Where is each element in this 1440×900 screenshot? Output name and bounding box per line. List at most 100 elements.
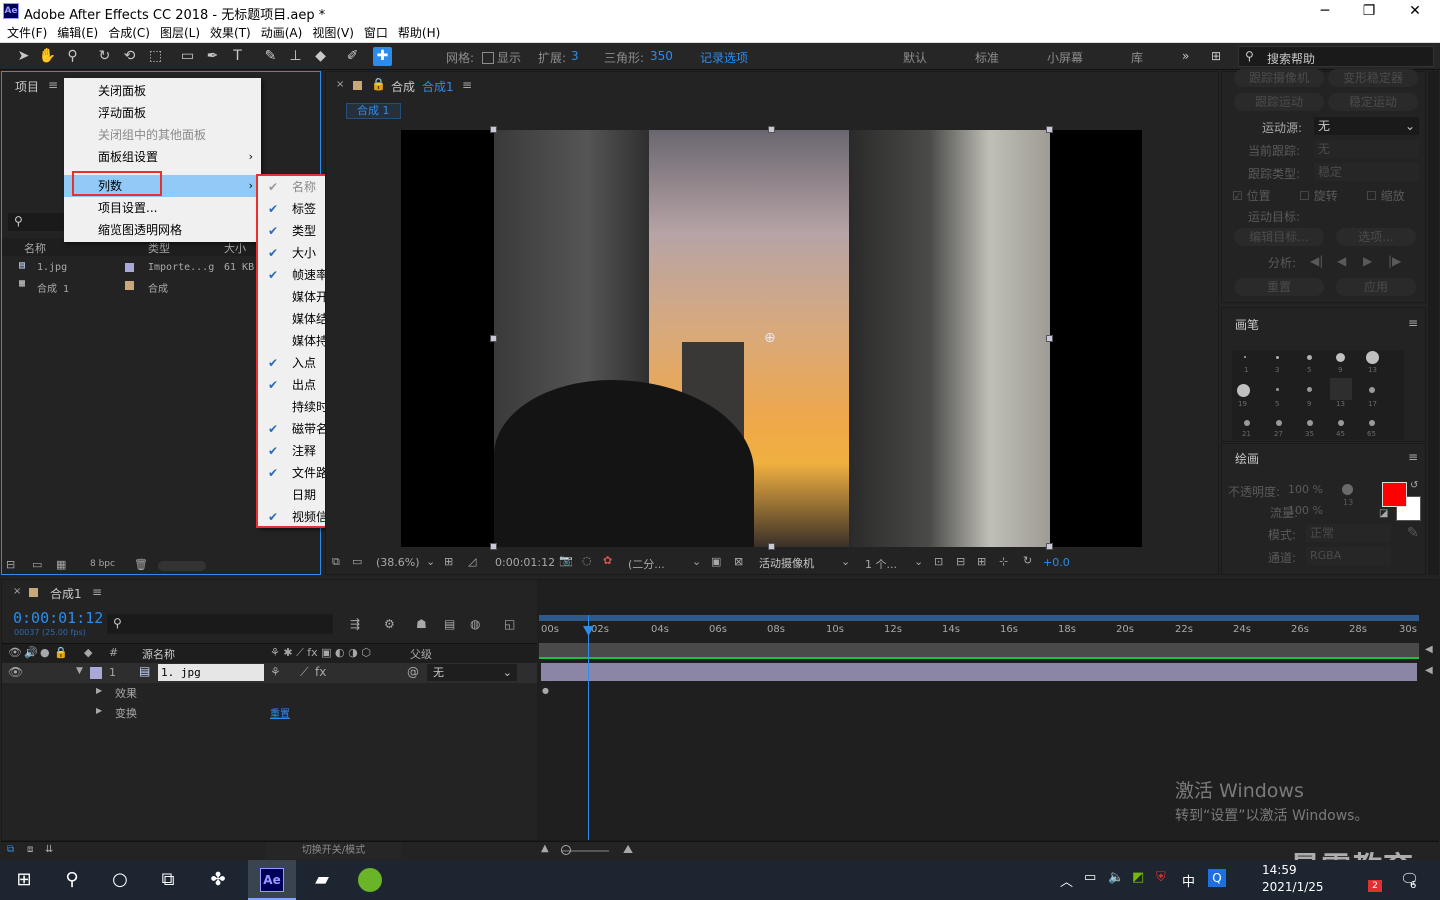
nvidia-icon[interactable]: ◩: [1132, 870, 1144, 885]
video-visibility-icon[interactable]: 👁: [8, 646, 22, 659]
comp-flowchart-tab[interactable]: 合成 1: [346, 103, 401, 119]
close-button[interactable]: ✕: [1392, 0, 1438, 23]
task-view-icon[interactable]: ⧉: [144, 860, 192, 900]
record-options-button[interactable]: 记录选项: [700, 49, 748, 66]
layer-name[interactable]: 1. jpg: [158, 664, 264, 681]
effects-row[interactable]: ▶ 效果: [2, 683, 537, 703]
options-button[interactable]: 选项...: [1336, 228, 1416, 246]
menu-float-panel[interactable]: 浮动面板: [64, 102, 261, 124]
reset-exposure-icon[interactable]: ↻: [1023, 554, 1032, 567]
channel-icon[interactable]: ✿: [603, 554, 612, 567]
mode-select[interactable]: 正常: [1306, 524, 1391, 542]
label-icon[interactable]: ◆: [84, 646, 92, 659]
zoom-out-icon[interactable]: ▲: [541, 843, 549, 854]
puppet-pin-tool-icon[interactable]: ✚: [373, 47, 392, 66]
channel-select[interactable]: RGBA: [1306, 547, 1391, 565]
analyze-next-icon[interactable]: |▶: [1388, 254, 1401, 268]
clock-date[interactable]: 2021/1/25: [1262, 880, 1324, 894]
type-tool-icon[interactable]: T: [228, 47, 247, 66]
right-panel-scrollbar[interactable]: [1428, 71, 1439, 575]
media-app-icon[interactable]: ▰: [298, 860, 346, 900]
snapshot-icon[interactable]: 📷: [559, 554, 573, 567]
composition-viewer[interactable]: ⊕: [401, 126, 1142, 550]
timeline-icon[interactable]: ⊞: [977, 555, 986, 568]
security-icon[interactable]: ⛨: [1156, 870, 1166, 885]
maximize-button[interactable]: ❐: [1346, 0, 1392, 23]
default-colors-icon[interactable]: ◪: [1379, 508, 1388, 519]
hand-tool-icon[interactable]: ✋: [38, 47, 57, 66]
brush-tip[interactable]: [1369, 387, 1375, 393]
motion-source-select[interactable]: 无 ⌄: [1314, 117, 1419, 135]
brush-tip[interactable]: [1307, 387, 1312, 392]
label-color-swatch[interactable]: [125, 281, 134, 290]
expand-twirl-icon[interactable]: ▼: [76, 666, 83, 676]
qq-icon[interactable]: Q: [1208, 869, 1226, 887]
menu-file[interactable]: 文件(F): [7, 24, 47, 41]
layer-handle[interactable]: [1046, 335, 1053, 342]
graph-editor-icon[interactable]: ◱: [504, 617, 515, 631]
menu-edit[interactable]: 编辑(E): [57, 24, 98, 41]
brush-tip[interactable]: [1244, 356, 1246, 358]
layer-handle[interactable]: [490, 335, 497, 342]
label-color-swatch[interactable]: [125, 263, 134, 272]
analyze-back-icon[interactable]: ◀|: [1310, 254, 1323, 268]
region-of-interest-icon[interactable]: ▣: [711, 555, 721, 568]
pan-behind-tool-icon[interactable]: ⬚: [146, 47, 165, 66]
layer-switches-icon[interactable]: ⧉: [7, 844, 14, 855]
menu-window[interactable]: 窗口: [364, 24, 388, 41]
transfer-controls-icon[interactable]: ⧈: [27, 844, 33, 855]
menu-panel-group-settings[interactable]: 面板组设置 ›: [64, 146, 261, 168]
comp-work-area-track[interactable]: [539, 643, 1419, 659]
minimize-button[interactable]: ─: [1302, 0, 1348, 23]
transform-row[interactable]: ▶ 变换 重置: [2, 703, 537, 723]
show-checkbox[interactable]: 显示: [482, 49, 521, 66]
menu-help[interactable]: 帮助(H): [398, 24, 440, 41]
track-type-select[interactable]: 稳定: [1314, 163, 1419, 181]
rotate-tool-icon[interactable]: ↻: [95, 47, 114, 66]
twirl-right-icon[interactable]: ▶: [96, 706, 102, 715]
menu-thumbnail-transparency-grid[interactable]: 缩览图透明网格: [64, 219, 261, 241]
trash-icon[interactable]: 🗑: [134, 558, 148, 571]
time-ruler[interactable]: 00s 02s 04s 06s 08s 10s 12s 14s 16s 18s …: [539, 622, 1419, 640]
warp-stabilizer-button[interactable]: 变形稳定器: [1328, 69, 1418, 87]
in-out-icon[interactable]: ⇊: [45, 844, 53, 855]
flow-value[interactable]: 100 %: [1288, 504, 1323, 517]
views-select[interactable]: 1 个...: [865, 556, 897, 572]
interpret-footage-icon[interactable]: ⊟: [6, 558, 15, 571]
comp-panel-name[interactable]: 合成1: [422, 78, 454, 95]
frame-blending-icon[interactable]: ▤: [444, 617, 455, 631]
panel-menu-icon[interactable]: ≡: [1408, 450, 1418, 464]
search-help-field[interactable]: ⚲ 搜索帮助: [1238, 46, 1434, 67]
reset-button[interactable]: 重置: [1234, 278, 1324, 296]
lock-icon[interactable]: 🔒: [54, 646, 68, 659]
layer-duration-bar[interactable]: [541, 663, 1417, 681]
col-type[interactable]: 类型: [148, 240, 170, 256]
parent-select[interactable]: 无 ⌄: [427, 664, 517, 681]
start-button[interactable]: ⊞: [0, 860, 48, 900]
workspace-small-screen[interactable]: 小屏幕: [1047, 49, 1083, 66]
layer-handle[interactable]: [490, 126, 497, 133]
layer-handle[interactable]: [1046, 126, 1053, 133]
workspace-standard[interactable]: 标准: [975, 49, 999, 66]
brush-grid[interactable]: 1 3 5 9 13 19 5 9 13 17 21 27 35 45 65: [1232, 350, 1404, 440]
col-size[interactable]: 大小: [224, 240, 246, 256]
layer-search-field[interactable]: ⚲: [107, 614, 333, 634]
brush-tip-selected[interactable]: [1330, 378, 1352, 400]
fit-icon[interactable]: ⊞: [444, 555, 453, 568]
position-checkbox[interactable]: ☑ 位置: [1232, 187, 1271, 204]
expand-value[interactable]: 3: [571, 49, 579, 63]
layer-handle[interactable]: [490, 543, 497, 550]
layer-handle[interactable]: [768, 543, 775, 550]
pen-tool-icon[interactable]: ✒: [203, 47, 222, 66]
zoom-tool-icon[interactable]: ⚲: [63, 47, 82, 66]
thumbnail-slider[interactable]: [158, 561, 206, 571]
brush-tip[interactable]: [1366, 351, 1379, 364]
roto-brush-tool-icon[interactable]: ✐: [343, 47, 362, 66]
menu-layer[interactable]: 图层(L): [160, 24, 200, 41]
analyze-backward-icon[interactable]: ◀: [1337, 254, 1346, 268]
workspace-library[interactable]: 库: [1131, 49, 1143, 66]
fast-previews-icon[interactable]: ⊟: [956, 555, 965, 568]
search-icon[interactable]: ⚲: [48, 860, 96, 900]
brush-tip[interactable]: [1338, 420, 1344, 426]
comp-mini-flowchart-icon[interactable]: ⇶: [350, 617, 360, 631]
